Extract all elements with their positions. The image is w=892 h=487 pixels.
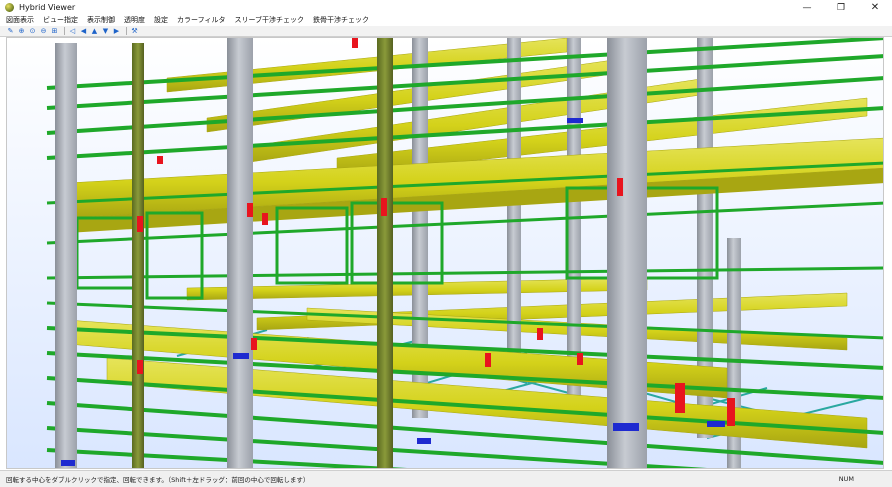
back-icon[interactable]: ◁ xyxy=(68,27,77,36)
steel-column xyxy=(507,38,521,378)
connection-joint xyxy=(137,216,143,232)
window-controls: — ❐ ✕ xyxy=(790,0,892,15)
num-lock-indicator: NUM xyxy=(838,475,854,483)
toolbar-separator xyxy=(64,27,65,35)
zoom-in-icon[interactable]: ⊕ xyxy=(17,27,26,36)
main-column xyxy=(55,43,77,468)
connection-joint xyxy=(352,38,358,48)
toolbar: ✎ ⊕ ⊙ ⊖ ⊞ ◁ ◀ ▲ ▼ ▶ ⚒ xyxy=(0,26,892,37)
column-olive xyxy=(132,43,144,468)
column-base-plate xyxy=(707,421,725,427)
zoom-out-icon[interactable]: ⊖ xyxy=(39,27,48,36)
column-base-plate xyxy=(233,353,249,359)
toolbar-separator xyxy=(126,27,127,35)
connection-joint xyxy=(157,156,163,164)
arrow-right-icon[interactable]: ▶ xyxy=(112,27,121,36)
connection-joint xyxy=(617,178,623,196)
main-column xyxy=(227,38,253,468)
close-button[interactable]: ✕ xyxy=(858,0,892,15)
column-olive xyxy=(377,38,393,468)
column-base-plate xyxy=(567,118,583,123)
main-column xyxy=(607,38,647,468)
steel-structure-model[interactable] xyxy=(7,38,884,469)
title-bar: Hybrid Viewer — ❐ ✕ xyxy=(0,0,892,15)
connection-joint xyxy=(485,353,491,367)
menu-item-steel-check[interactable]: 鉄骨干渉チェック xyxy=(313,15,369,26)
connection-joint xyxy=(577,353,583,365)
connection-joint xyxy=(381,198,387,216)
connection-joint xyxy=(675,383,685,413)
arrow-down-icon[interactable]: ▼ xyxy=(101,27,110,36)
menu-item-settings[interactable]: 設定 xyxy=(154,15,168,26)
window-title: Hybrid Viewer xyxy=(19,3,76,12)
menu-item-view-select[interactable]: ビュー指定 xyxy=(43,15,78,26)
app-icon xyxy=(5,3,14,12)
menu-item-drawing-display[interactable]: 図面表示 xyxy=(6,15,34,26)
column-base-plate xyxy=(61,460,75,466)
tool-icon[interactable]: ⚒ xyxy=(130,27,139,36)
status-bar: 回転する中心をダブルクリックで指定、回転できます。（Shift＋左ドラッグ：前回… xyxy=(0,470,892,487)
connection-joint xyxy=(251,338,257,350)
column-base-plate xyxy=(613,423,639,431)
connection-joint xyxy=(137,360,143,374)
connection-joint xyxy=(247,203,253,217)
menu-bar: 図面表示 ビュー指定 表示制御 透明度 設定 カラーフィルタ スリーブ干渉チェッ… xyxy=(0,15,892,26)
menu-item-color-filter[interactable]: カラーフィルタ xyxy=(177,15,225,26)
maximize-button[interactable]: ❐ xyxy=(824,0,858,15)
status-message: 回転する中心をダブルクリックで指定、回転できます。（Shift＋左ドラッグ：前回… xyxy=(6,476,310,484)
arrow-up-icon[interactable]: ▲ xyxy=(90,27,99,36)
zoom-fit-icon[interactable]: ⊙ xyxy=(28,27,37,36)
menu-item-sleeve-check[interactable]: スリーブ干渉チェック xyxy=(234,15,304,26)
arrow-left-icon[interactable]: ◀ xyxy=(79,27,88,36)
minimize-button[interactable]: — xyxy=(790,0,824,15)
column-base-plate xyxy=(417,438,431,444)
3d-viewport[interactable] xyxy=(6,37,884,469)
connection-joint xyxy=(262,213,268,225)
zoom-box-icon[interactable]: ⊞ xyxy=(50,27,59,36)
menu-item-display-control[interactable]: 表示制御 xyxy=(87,15,115,26)
connection-joint xyxy=(727,398,735,426)
pencil-icon[interactable]: ✎ xyxy=(6,27,15,36)
connection-joint xyxy=(537,328,543,340)
menu-item-transparency[interactable]: 透明度 xyxy=(124,15,145,26)
